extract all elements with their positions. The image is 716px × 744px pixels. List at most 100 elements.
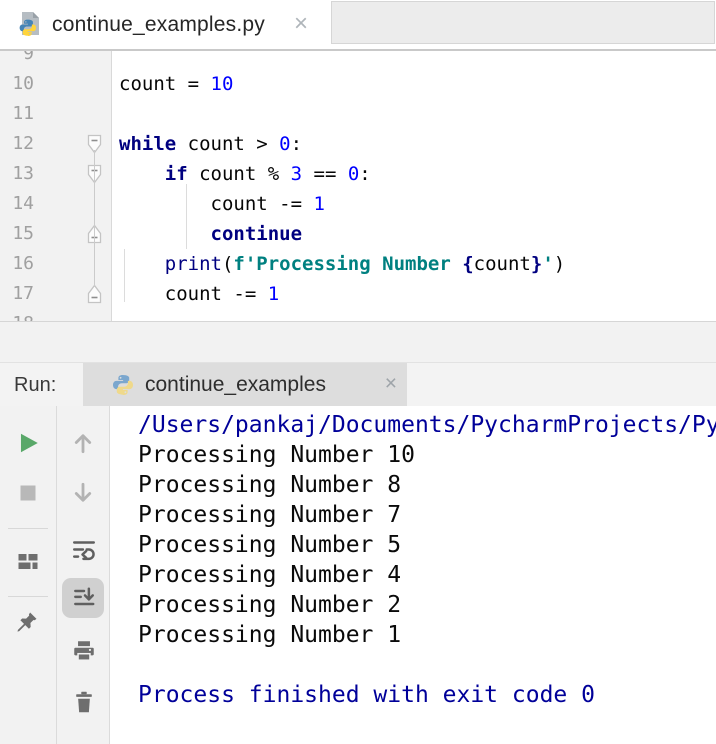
editor-tab-close-icon[interactable]: × <box>294 0 308 49</box>
code-line[interactable]: 18 <box>0 309 716 321</box>
code-token: count = <box>119 73 211 95</box>
code-token: count -= <box>119 193 314 215</box>
soft-wrap-button[interactable] <box>70 535 98 563</box>
scroll-to-end-button[interactable] <box>70 584 98 612</box>
fold-gutter <box>36 69 111 99</box>
code-token: ' <box>542 253 554 275</box>
indent-guide <box>186 184 187 249</box>
print-button[interactable] <box>70 637 98 665</box>
stop-button[interactable] <box>14 479 42 507</box>
line-number: 15 <box>12 223 34 244</box>
code-line[interactable]: 9 <box>0 51 716 69</box>
editor-tab-bar: continue_examples.py × <box>0 0 716 51</box>
fold-gutter[interactable] <box>36 159 111 189</box>
code-line[interactable]: 11 <box>0 99 716 129</box>
code-token: 0 <box>347 163 360 185</box>
prev-occurrence-button[interactable] <box>69 429 97 457</box>
code-token: 1 <box>313 193 325 215</box>
fold-gutter[interactable] <box>36 219 111 249</box>
editor-tab-title: continue_examples.py <box>52 13 265 36</box>
code-token: ( <box>221 253 234 275</box>
editor-gutter[interactable]: 9 <box>0 51 112 69</box>
run-toolwindow-bar: Run: continue_examples × <box>0 362 716 408</box>
run-controls-toolbar <box>0 406 57 744</box>
code-line[interactable]: 15 continue <box>0 219 716 249</box>
trash-icon <box>76 691 92 713</box>
editor-gutter[interactable]: 14 <box>0 189 112 219</box>
fold-range-line <box>94 150 95 287</box>
line-number: 10 <box>12 73 34 94</box>
code-lines: 9 10 count = 10 11 12 while count > 0: 13 if c… <box>0 51 716 321</box>
code-token: if <box>164 163 188 185</box>
fold-gutter[interactable] <box>36 129 111 159</box>
code-token: while <box>119 133 177 155</box>
editor-gutter[interactable]: 12 <box>0 129 112 159</box>
fold-gutter <box>36 51 111 69</box>
run-tab-continue-examples[interactable]: continue_examples × <box>83 363 407 407</box>
code-token: 0 <box>279 133 291 155</box>
line-number: 11 <box>12 103 34 124</box>
code-token: 10 <box>210 73 234 95</box>
run-tab-close-icon[interactable]: × <box>385 363 397 407</box>
fold-gutter <box>36 309 111 321</box>
editor-gutter[interactable]: 15 <box>0 219 112 249</box>
fold-gutter[interactable] <box>36 279 111 309</box>
code-token: == <box>302 163 348 185</box>
clear-all-button[interactable] <box>70 688 98 716</box>
line-number: 16 <box>12 253 34 274</box>
editor-tab-continue-examples[interactable]: continue_examples.py × <box>0 0 331 49</box>
editor-gutter[interactable]: 10 <box>0 69 112 99</box>
editor-gutter[interactable]: 13 <box>0 159 112 189</box>
line-number: 14 <box>12 193 34 214</box>
restore-layout-button[interactable] <box>14 547 42 575</box>
editor-gutter[interactable]: 17 <box>0 279 112 309</box>
code-token: count <box>473 253 531 275</box>
arrow-up-icon <box>74 434 92 454</box>
console-toolbar <box>57 406 110 744</box>
panel-splitter[interactable] <box>0 322 716 362</box>
console-line: Process finished with exit code 0 <box>138 682 595 708</box>
code-line[interactable]: 16 print(f'Processing Number {count}') <box>0 249 716 279</box>
console-line: Processing Number 4 <box>138 562 402 588</box>
code-token: continue <box>210 223 303 245</box>
next-occurrence-button[interactable] <box>69 479 97 507</box>
fold-gutter <box>36 189 111 219</box>
code-line[interactable]: 12 while count > 0: <box>0 129 716 159</box>
console-output[interactable]: /Users/pankaj/Documents/PycharmProjects/… <box>110 406 716 744</box>
code-line[interactable]: 13 if count % 3 == 0: <box>0 159 716 189</box>
run-button[interactable] <box>14 429 42 457</box>
console-line: Processing Number 8 <box>138 472 402 498</box>
line-number: 17 <box>12 283 34 304</box>
code-line[interactable]: 10 count = 10 <box>0 69 716 99</box>
python-file-icon <box>16 11 44 39</box>
printer-icon <box>74 641 94 661</box>
code-token: { <box>462 253 474 275</box>
editor-gutter[interactable]: 11 <box>0 99 112 129</box>
code-line[interactable]: 17 count -= 1 <box>0 279 716 309</box>
code-line[interactable]: 14 count -= 1 <box>0 189 716 219</box>
editor-gutter[interactable]: 18 <box>0 309 112 321</box>
fold-gutter <box>36 249 111 279</box>
pycharm-window: continue_examples.py × 9 10 count = 10 11 12… <box>0 0 716 744</box>
code-editor[interactable]: 9 10 count = 10 11 12 while count > 0: 13 if c… <box>0 51 716 321</box>
code-token: : <box>290 133 303 155</box>
restore-layout-icon <box>18 554 38 569</box>
code-token: print <box>164 253 222 275</box>
fold-gutter <box>36 99 111 129</box>
run-tab-title: continue_examples <box>145 373 326 396</box>
console-line: Processing Number 10 <box>138 442 415 468</box>
code-token: count > <box>176 133 280 155</box>
editor-gutter[interactable]: 16 <box>0 249 112 279</box>
code-token: 3 <box>290 163 303 185</box>
code-token: : <box>359 163 371 185</box>
code-text: count = 10 <box>112 69 716 99</box>
line-number: 9 <box>23 51 34 64</box>
pin-tab-button[interactable] <box>12 609 40 637</box>
console-line: Processing Number 2 <box>138 592 402 618</box>
code-text: continue <box>112 219 716 249</box>
